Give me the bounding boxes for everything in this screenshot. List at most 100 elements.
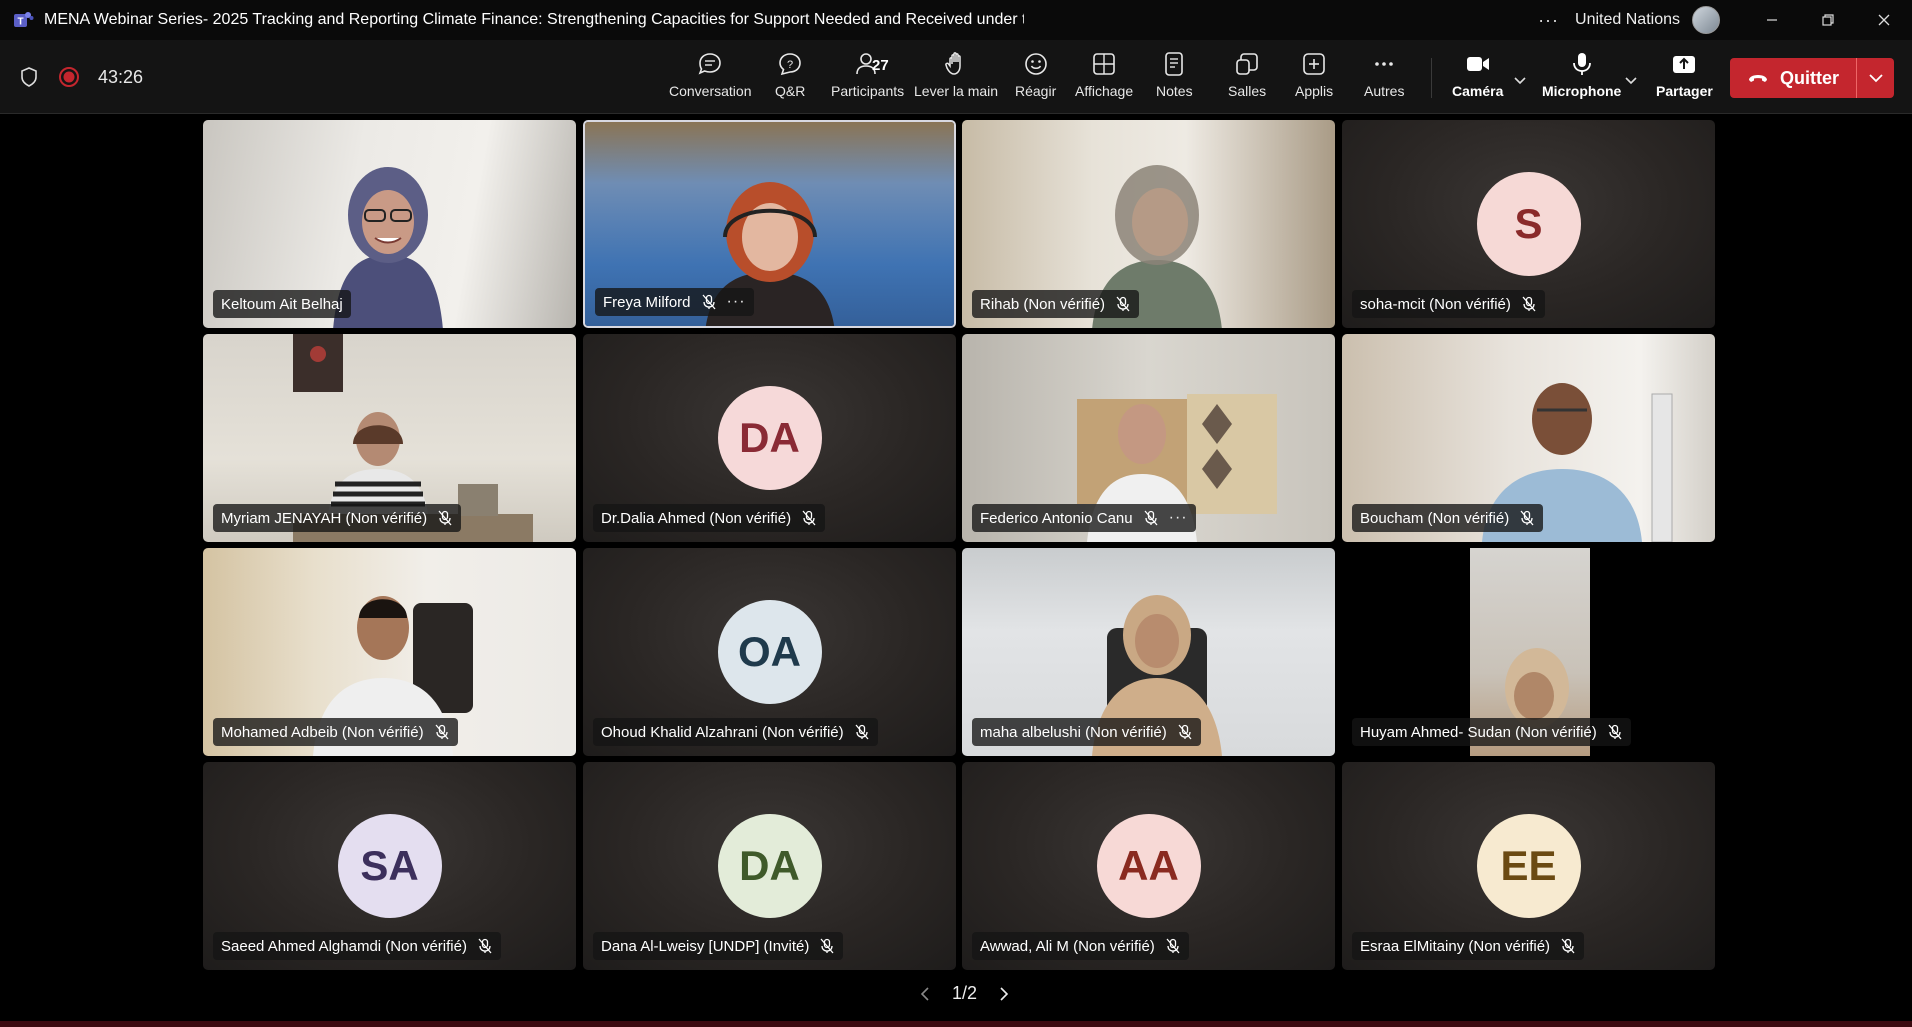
participant-tile[interactable]: DA Dana Al-Lweisy [UNDP] (Invité) (583, 762, 956, 970)
close-button[interactable] (1856, 0, 1912, 40)
more-button[interactable]: Autres (1364, 50, 1404, 106)
qa-button[interactable]: ? Q&R (775, 50, 805, 106)
participant-tile[interactable]: EE Esraa ElMitainy (Non vérifié) (1342, 762, 1715, 970)
participant-nameplate: Federico Antonio Canu ··· (972, 504, 1196, 532)
participant-name: soha-mcit (Non vérifié) (1360, 295, 1511, 313)
more-label: Autres (1364, 83, 1405, 99)
apps-button[interactable]: Applis (1295, 50, 1333, 106)
participant-tile[interactable]: SA Saeed Ahmed Alghamdi (Non vérifié) (203, 762, 576, 970)
notes-icon (1165, 52, 1184, 76)
share-label: Partager (1656, 83, 1713, 99)
hand-icon (945, 52, 961, 75)
page-indicator: 1/2 (952, 983, 978, 1003)
chat-button[interactable]: Conversation (669, 50, 752, 106)
rooms-button[interactable]: Salles (1228, 50, 1266, 106)
participant-more-icon[interactable]: ··· (1169, 509, 1188, 527)
mic-off-icon (1178, 724, 1192, 740)
camera-button[interactable]: Caméra (1452, 50, 1503, 106)
leave-label: Quitter (1780, 67, 1840, 88)
minimize-icon (1767, 19, 1777, 21)
avatar-initials: DA (739, 414, 800, 461)
camera-options-chevron-icon[interactable] (1510, 70, 1530, 90)
minimize-button[interactable] (1744, 0, 1800, 40)
notes-button[interactable]: Notes (1156, 50, 1193, 106)
participant-nameplate: Dana Al-Lweisy [UNDP] (Invité) (593, 932, 844, 960)
leave-main[interactable]: Quitter (1730, 66, 1856, 90)
raise-hand-button[interactable]: Lever la main (914, 50, 998, 106)
mic-off-icon (702, 294, 716, 310)
view-button[interactable]: Affichage (1075, 50, 1133, 106)
raise-hand-label: Lever la main (914, 83, 999, 99)
rooms-icon (1236, 53, 1258, 75)
view-label: Affichage (1075, 83, 1134, 99)
next-page-icon[interactable] (995, 986, 1011, 1002)
participant-tile[interactable]: Mohamed Adbeib (Non vérifié) (203, 548, 576, 756)
apps-label: Applis (1295, 83, 1334, 99)
mic-off-icon (802, 510, 816, 526)
participant-tile[interactable]: Federico Antonio Canu ··· (962, 334, 1335, 542)
participant-name: Rihab (Non vérifié) (980, 295, 1106, 313)
participant-name: Saeed Ahmed Alghamdi (Non vérifié) (221, 937, 467, 955)
participant-nameplate: Mohamed Adbeib (Non vérifié) (213, 718, 458, 746)
participant-more-icon[interactable]: ··· (727, 293, 746, 311)
participant-tile[interactable]: Keltoum Ait Belhaj (203, 120, 576, 328)
participant-tile[interactable]: Rihab (Non vérifié) (962, 120, 1335, 328)
participant-tile-active-speaker[interactable]: Freya Milford ··· (583, 120, 956, 328)
more-icon (1375, 62, 1394, 66)
previous-page-icon[interactable] (918, 986, 934, 1002)
participant-tile[interactable]: Boucham (Non vérifié) (1342, 334, 1715, 542)
notes-label: Notes (1156, 83, 1193, 99)
video-stage: Keltoum Ait Belhaj Freya Milford ··· Rih… (0, 114, 1912, 1019)
organization-name[interactable]: United Nations (1575, 11, 1680, 29)
participant-name: Dr.Dalia Ahmed (Non vérifié) (601, 509, 792, 527)
mic-off-icon (1144, 510, 1158, 526)
participant-avatar: EE (1476, 814, 1581, 918)
taskbar-edge (0, 1021, 1912, 1027)
restore-icon (1822, 14, 1834, 26)
avatar-initials: DA (739, 842, 800, 889)
restore-button[interactable] (1800, 0, 1856, 40)
mic-off-icon (478, 938, 492, 954)
mic-off-icon (1116, 296, 1130, 312)
participants-button[interactable]: Participants (831, 50, 904, 106)
avatar-initials: AA (1118, 842, 1179, 889)
participant-nameplate: Freya Milford ··· (595, 288, 754, 316)
rooms-label: Salles (1228, 83, 1267, 99)
participant-name: Myriam JENAYAH (Non vérifié) (221, 509, 428, 527)
participant-avatar: AA (1096, 814, 1201, 918)
account-avatar[interactable] (1692, 6, 1720, 34)
shield-icon[interactable] (18, 66, 40, 88)
microphone-button[interactable]: Microphone (1542, 50, 1621, 106)
leave-options-button[interactable] (1857, 68, 1894, 88)
title-bar: T MENA Webinar Series- 2025 Tracking and… (0, 0, 1912, 40)
qa-icon: ? (779, 53, 801, 76)
mic-off-icon (1561, 938, 1575, 954)
participant-tile[interactable]: DA Dr.Dalia Ahmed (Non vérifié) (583, 334, 956, 542)
gallery-pager: 1/2 (918, 983, 1011, 1004)
participant-tile[interactable]: maha albelushi (Non vérifié) (962, 548, 1335, 756)
participant-tile[interactable]: AA Awwad, Ali M (Non vérifié) (962, 762, 1335, 970)
leave-button[interactable]: Quitter (1730, 58, 1894, 98)
avatar-initials: OA (738, 628, 801, 675)
microphone-options-chevron-icon[interactable] (1621, 70, 1641, 90)
camera-icon (1466, 57, 1489, 71)
qa-label: Q&R (775, 83, 806, 99)
react-label: Réagir (1015, 83, 1057, 99)
mic-off-icon (1520, 510, 1534, 526)
participant-tile[interactable]: Myriam JENAYAH (Non vérifié) (203, 334, 576, 542)
participant-name: Awwad, Ali M (Non vérifié) (980, 937, 1155, 955)
participant-tile[interactable]: S soha-mcit (Non vérifié) (1342, 120, 1715, 328)
share-button[interactable]: Partager (1656, 50, 1713, 106)
participant-nameplate: Rihab (Non vérifié) (972, 290, 1140, 318)
react-button[interactable]: Réagir (1015, 50, 1056, 106)
grid-view-icon (1093, 53, 1115, 75)
svg-text:?: ? (787, 59, 793, 71)
participant-tile[interactable]: OA Ohoud Khalid Alzahrani (Non vérifié) (583, 548, 956, 756)
mic-off-icon (820, 938, 834, 954)
participant-nameplate: Dr.Dalia Ahmed (Non vérifié) (593, 504, 826, 532)
participant-name: Federico Antonio Canu (980, 509, 1133, 527)
more-options-icon[interactable]: ··· (1538, 10, 1559, 31)
participant-tile[interactable]: Huyam Ahmed- Sudan (Non vérifié) (1342, 548, 1715, 756)
participants-label: Participants (831, 83, 905, 99)
teams-logo-icon: T (14, 12, 34, 28)
